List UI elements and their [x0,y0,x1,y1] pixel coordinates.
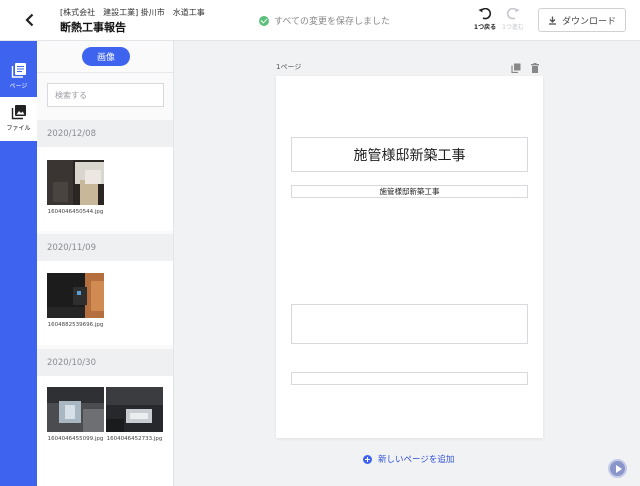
check-circle-icon [259,15,269,26]
image-group: 1604046455099.jpg 1604046452733.jpg [37,376,173,486]
photo-image [47,387,104,432]
add-page-label: 新しいページを追加 [378,455,455,465]
duplicate-page-button[interactable] [511,58,523,74]
file-panel: 画像 2020/12/08 1604046450544.jpg 2020/11/… [37,41,174,486]
subtitle-text-box[interactable]: 施管様邸新築工事 [291,185,528,198]
left-rail: ページ ファイル [0,41,37,486]
rail-pages-label: ページ [9,83,28,90]
copy-icon [511,63,521,74]
back-button[interactable] [20,10,40,30]
image-group: 1604882539696.jpg [37,261,173,345]
search-input[interactable] [47,83,164,107]
empty-text-box[interactable] [291,372,528,385]
redo-icon [506,8,520,20]
page-number-label: 1ページ [276,63,302,71]
photo-image [47,273,104,318]
title-text-box[interactable]: 施管様邸新築工事 [291,137,528,172]
date-header: 2020/12/08 [37,120,173,147]
empty-text-box[interactable] [291,304,528,344]
undo-label: 1つ戻る [473,24,497,31]
project-subtitle: [株式会社 建設工業] 掛川市 水道工事 [60,8,205,17]
report-title: 断熱工事報告 [60,21,126,34]
image-filename: 1604046450544.jpg [47,209,104,215]
undo-icon [478,8,492,20]
undo-button[interactable]: 1つ戻る [472,8,498,34]
download-label: ダウンロード [561,16,616,27]
top-header: [株式会社 建設工業] 掛川市 水道工事 断熱工事報告 すべての変更を保存しまし… [0,0,640,41]
tab-images[interactable]: 画像 [82,47,130,66]
save-status-text: すべての変更を保存しました [274,17,391,27]
image-group: 1604046450544.jpg [37,147,173,231]
image-filename: 1604882539696.jpg [47,322,104,328]
image-gallery-icon [11,105,26,120]
image-filename: 1604046452733.jpg [106,436,163,442]
rail-item-pages[interactable]: ページ [0,55,37,99]
play-guide-button[interactable] [608,459,627,478]
delete-page-button[interactable] [530,58,542,73]
rail-files-label: ファイル [6,125,31,132]
redo-button[interactable]: 1つ進む [500,8,526,34]
download-button[interactable]: ダウンロード [538,8,626,32]
report-page[interactable]: 施管様邸新築工事 施管様邸新築工事 [276,76,543,438]
photo-image [106,387,163,432]
pages-icon [11,63,26,78]
rail-item-files[interactable]: ファイル [0,97,37,141]
trash-icon [531,63,539,73]
editor-canvas: 1ページ 施管様邸新築工事 施管様邸新築工事 新しいページを追加 [175,41,640,486]
photo-image [47,160,104,205]
date-header: 2020/10/30 [37,349,173,376]
date-header: 2020/11/09 [37,234,173,261]
plus-circle-icon [363,454,372,464]
add-page-button[interactable]: 新しいページを追加 [363,453,454,465]
chevron-left-icon [25,13,34,27]
divider [37,72,173,73]
image-filename: 1604046455099.jpg [47,436,104,442]
redo-label: 1つ進む [502,24,524,31]
download-icon [548,16,556,25]
save-status: すべての変更を保存しました [259,14,390,27]
